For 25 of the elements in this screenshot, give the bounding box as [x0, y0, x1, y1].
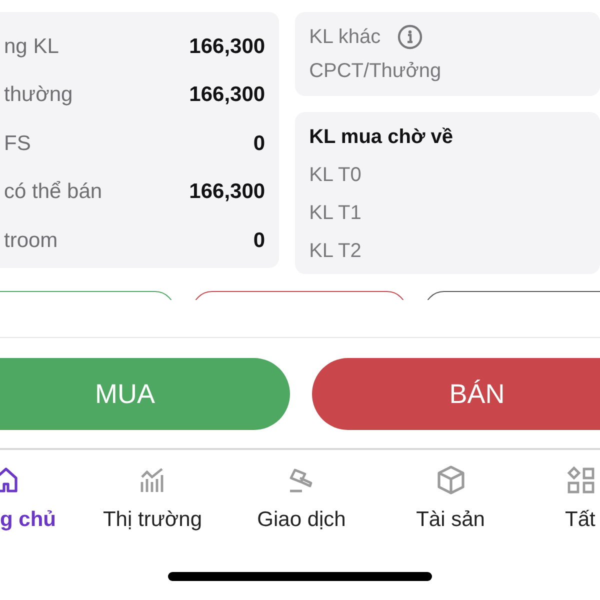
- card-subtitle: CPCT/Thưởng: [309, 59, 442, 84]
- row-label: thường: [4, 82, 73, 108]
- pending-label: KL T0: [309, 163, 362, 188]
- pending-label: KL T2: [309, 239, 362, 264]
- sell-button[interactable]: BÁN: [312, 358, 600, 430]
- row-value: 0: [253, 228, 266, 254]
- cube-icon: [434, 464, 466, 496]
- row-label: troom: [4, 228, 58, 254]
- nav-tab[interactable]: Tất: [525, 464, 600, 536]
- info-icon[interactable]: [396, 24, 423, 50]
- row-value: 166,300: [189, 82, 266, 108]
- row-value: 166,300: [189, 179, 266, 205]
- row-label: ng KL: [4, 34, 59, 60]
- nav-tab[interactable]: Giao dịch: [227, 464, 376, 536]
- pending-label: KL T1: [309, 201, 362, 226]
- card-title: KL mua chờ về: [309, 125, 454, 150]
- nav-tab[interactable]: g chủ: [0, 464, 78, 536]
- row-value: 166,300: [189, 34, 266, 60]
- row-value: 0: [253, 130, 266, 156]
- grid-icon: [565, 464, 597, 496]
- row-label: FS: [4, 130, 31, 156]
- nav-tab[interactable]: Tài sản: [376, 464, 525, 536]
- card-label: KL khác: [309, 25, 381, 50]
- row-label: có thể bán: [4, 179, 102, 205]
- nav-tab[interactable]: Thị trường: [78, 464, 227, 536]
